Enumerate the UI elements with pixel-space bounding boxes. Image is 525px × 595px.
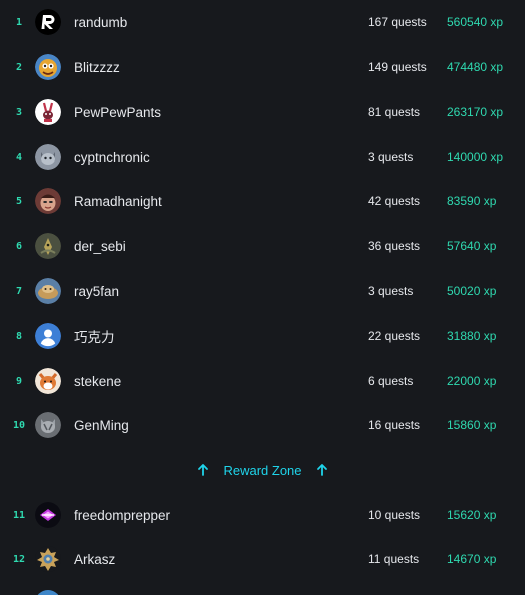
player-name[interactable]: cyptnchronic [74, 150, 150, 165]
neon-emblem-avatar[interactable] [35, 502, 61, 528]
logo-r-avatar[interactable] [35, 9, 61, 35]
quest-count: 81 quests [368, 105, 421, 119]
rank-number: 2 [15, 61, 23, 73]
leaderboard-row[interactable]: 2 Blitzzzz 149 quests 474480 xp [0, 45, 525, 89]
leaderboard-row[interactable]: 3 PewPewPants 81 quests 263170 xp [0, 90, 525, 134]
quest-count: 42 quests [368, 194, 421, 208]
xp-total: 83590 xp [447, 194, 497, 208]
xp-total: 560540 xp [447, 15, 504, 29]
leaderboard-row[interactable]: 11 freedomprepper 10 quests 15620 xp [0, 493, 525, 537]
cat-avatar[interactable] [35, 144, 61, 170]
bunny-avatar[interactable] [35, 99, 61, 125]
fox-avatar[interactable] [35, 368, 61, 394]
rank-number: 1 [15, 16, 23, 28]
quest-count: 11 quests [368, 552, 420, 566]
xp-total: 50020 xp [447, 284, 497, 298]
player-name[interactable]: Arkasz [74, 552, 115, 567]
xp-total: 57640 xp [447, 239, 497, 253]
leaderboard-row[interactable]: 10 GenMing 16 quests 15860 xp [0, 403, 525, 447]
xp-total: 22000 xp [447, 374, 497, 388]
rank-number: 7 [15, 285, 23, 297]
rank-number: 4 [15, 151, 23, 163]
leaderboard: 1 randumb 167 quests 560540 xp 2 Blitzzz… [0, 0, 525, 595]
xp-total: 263170 xp [447, 105, 504, 119]
rank-number: 11 [12, 509, 26, 521]
quest-count: 22 quests [368, 329, 421, 343]
reward-zone-divider: Reward Zone [0, 448, 525, 492]
leaderboard-row[interactable]: 4 cyptnchronic 3 quests 140000 xp [0, 135, 525, 179]
rank-number: 10 [12, 419, 26, 431]
leaderboard-row[interactable]: 5 Ramadhanight 42 quests 83590 xp [0, 179, 525, 223]
player-name[interactable]: Ramadhanight [74, 194, 162, 209]
xp-total: 15860 xp [447, 418, 497, 432]
player-name[interactable]: 巧克力 [74, 326, 115, 346]
xp-total: 140000 xp [447, 150, 504, 164]
rank-number: 5 [15, 195, 23, 207]
leaderboard-row[interactable]: 12 Arkasz 11 quests 14670 xp [0, 537, 525, 581]
leaderboard-row[interactable]: 8 巧克力 22 quests 31880 xp [0, 314, 525, 358]
animal-avatar[interactable] [35, 233, 61, 259]
leaderboard-row[interactable]: 1 randumb 167 quests 560540 xp [0, 0, 525, 44]
face-avatar[interactable] [35, 188, 61, 214]
leaderboard-row[interactable]: 7 ray5fan 3 quests 50020 xp [0, 269, 525, 313]
rank-number: 3 [15, 106, 23, 118]
player-name[interactable]: GenMing [74, 418, 129, 433]
quest-count: 167 quests [368, 15, 427, 29]
photo-avatar[interactable] [35, 278, 61, 304]
xp-total: 15620 xp [447, 508, 497, 522]
quest-count: 6 quests [368, 374, 414, 388]
quest-count: 3 quests [368, 284, 414, 298]
rank-number: 8 [15, 330, 23, 342]
player-name[interactable]: randumb [74, 15, 127, 30]
quest-count: 10 quests [368, 508, 421, 522]
rank-number: 9 [15, 375, 23, 387]
player-name[interactable]: Blitzzzz [74, 60, 120, 75]
quest-count: 16 quests [368, 418, 421, 432]
rank-number: 12 [12, 553, 26, 565]
default-user-avatar[interactable] [35, 323, 61, 349]
cartoon-avatar[interactable] [35, 54, 61, 80]
reward-zone-label: Reward Zone [223, 462, 302, 478]
player-name[interactable]: der_sebi [74, 239, 126, 254]
grey-cat-avatar[interactable] [35, 412, 61, 438]
rank-number: 6 [15, 240, 23, 252]
quest-count: 36 quests [368, 239, 421, 253]
arrow-up-icon [315, 463, 329, 477]
quest-count: 149 quests [368, 60, 427, 74]
quest-count: 3 quests [368, 150, 414, 164]
tribal-mask-avatar[interactable] [35, 546, 61, 572]
player-name[interactable]: freedomprepper [74, 508, 170, 523]
player-name[interactable]: stekene [74, 374, 121, 389]
leaderboard-row[interactable]: 6 der_sebi 36 quests 57640 xp [0, 224, 525, 268]
player-name[interactable]: ray5fan [74, 284, 119, 299]
xp-total: 14670 xp [447, 552, 497, 566]
player-name[interactable]: PewPewPants [74, 105, 161, 120]
leaderboard-row[interactable]: 9 stekene 6 quests 22000 xp [0, 359, 525, 403]
arrow-up-icon [196, 463, 210, 477]
xp-total: 474480 xp [447, 60, 504, 74]
xp-total: 31880 xp [447, 329, 497, 343]
next-row-avatar[interactable] [35, 590, 61, 595]
